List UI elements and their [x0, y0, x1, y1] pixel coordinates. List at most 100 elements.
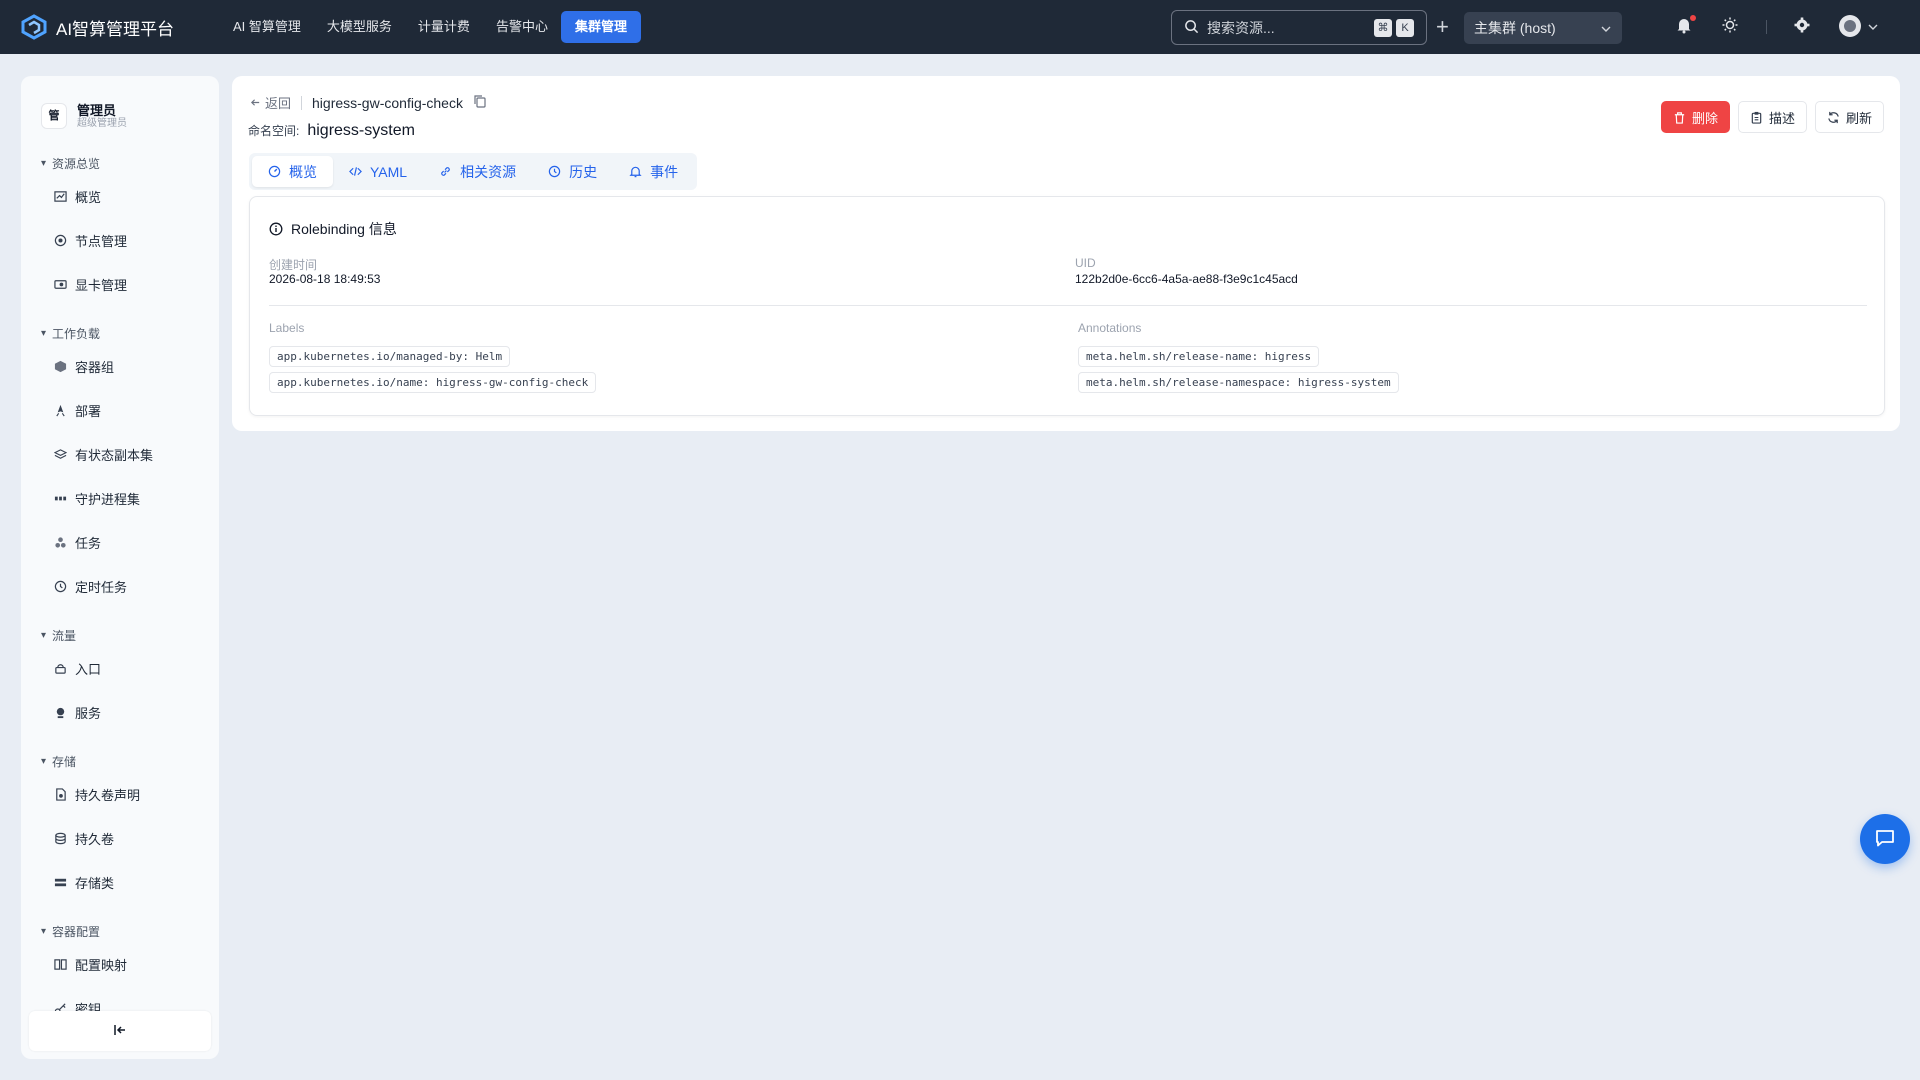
sidebar-item-daemonsets[interactable]: 守护进程集 — [21, 476, 219, 520]
sidebar-item-pvc[interactable]: 持久卷声明 — [21, 772, 219, 816]
sidebar-item-deployments[interactable]: 部署 — [21, 388, 219, 432]
nav-llm-service[interactable]: 大模型服务 — [314, 11, 405, 43]
rolebinding-info-card: Rolebinding 信息 创建时间 2026-08-18 18:49:53 … — [249, 196, 1885, 416]
layers-icon — [53, 447, 67, 461]
copy-icon[interactable] — [473, 94, 487, 111]
refresh-icon — [1827, 111, 1840, 124]
nav-cluster-management[interactable]: 集群管理 — [560, 11, 641, 43]
command-key: ⌘ — [1374, 19, 1392, 37]
sidebar-item-label: 有状态副本集 — [75, 447, 154, 463]
delete-label: 删除 — [1691, 110, 1718, 126]
sidebar-item-label: 服务 — [75, 705, 102, 721]
info-icon — [269, 222, 283, 236]
top-navbar: AI智算管理平台 AI 智算管理 大模型服务 计量计费 告警中心 集群管理 ⌘ … — [0, 0, 1920, 54]
app-title: AI智算管理平台 — [56, 19, 175, 39]
detail-tabs: 概览 YAML 相关资源 历史 事件 — [249, 153, 698, 190]
section-resource-overview[interactable]: ▾ 资源总览 — [21, 152, 219, 174]
back-label: 返回 — [265, 96, 292, 111]
sidebar-item-label: 显卡管理 — [75, 277, 128, 293]
card-title: Rolebinding 信息 — [291, 221, 397, 237]
sidebar-item-statefulsets[interactable]: 有状态副本集 — [21, 432, 219, 476]
sidebar: 管 管理员 超级管理员 ▾ 资源总览 概览 节点管理 显卡管理 ▾ 工作负载 容器组… — [21, 76, 219, 1059]
tab-yaml[interactable]: YAML — [333, 156, 423, 187]
annotation-chip: meta.helm.sh/release-name: higress — [1078, 346, 1320, 367]
nav-alerts[interactable]: 告警中心 — [483, 11, 561, 43]
tab-history[interactable]: 历史 — [532, 156, 613, 187]
nav-billing[interactable]: 计量计费 — [405, 11, 483, 43]
sidebar-item-storage-classes[interactable]: 存储类 — [21, 860, 219, 904]
sidebar-item-configmaps[interactable]: 配置映射 — [21, 942, 219, 986]
tab-related-resources[interactable]: 相关资源 — [423, 156, 532, 187]
add-icon[interactable]: + — [1436, 13, 1449, 41]
tab-label: 历史 — [569, 163, 598, 180]
back-link[interactable]: 返回 — [250, 93, 291, 112]
cluster-select[interactable]: 主集群 (host) — [1464, 12, 1622, 44]
sidebar-item-label: 配置映射 — [75, 957, 128, 973]
sidebar-item-jobs[interactable]: 任务 — [21, 520, 219, 564]
chevron-down-icon: ▾ — [41, 327, 47, 339]
collapse-sidebar-button[interactable] — [29, 1011, 211, 1051]
user-name: 管理员 — [77, 102, 117, 118]
section-storage[interactable]: ▾ 存储 — [21, 750, 219, 772]
job-icon — [53, 535, 67, 549]
created-time-value: 2026-08-18 18:49:53 — [269, 272, 381, 286]
sidebar-item-label: 任务 — [75, 535, 102, 551]
user-menu[interactable] — [1838, 14, 1880, 37]
describe-button[interactable]: 描述 — [1737, 101, 1807, 133]
refresh-button[interactable]: 刷新 — [1814, 101, 1884, 133]
uid-value: 122b2d0e-6cc6-4a5a-ae88-f3e9c1c45acd — [1075, 272, 1298, 286]
section-container-config[interactable]: ▾ 容器配置 — [21, 920, 219, 942]
search-input[interactable] — [1207, 19, 1367, 36]
sidebar-item-cronjobs[interactable]: 定时任务 — [21, 564, 219, 608]
refresh-label: 刷新 — [1845, 110, 1872, 126]
k-key: K — [1396, 19, 1414, 37]
uid-label: UID — [1075, 256, 1096, 270]
chat-icon — [1874, 827, 1896, 852]
label-chip: app.kubernetes.io/managed-by: Helm — [269, 346, 511, 367]
bell-icon[interactable] — [1675, 15, 1697, 38]
gear-icon[interactable] — [1793, 16, 1815, 38]
nav-ai-compute[interactable]: AI 智算管理 — [220, 11, 314, 43]
sidebar-item-label: 节点管理 — [75, 233, 128, 249]
database-icon — [53, 831, 67, 845]
annotations-title: Annotations — [1078, 321, 1142, 335]
clock-icon — [53, 579, 67, 593]
annotation-chip: meta.helm.sh/release-namespace: higress-… — [1078, 372, 1399, 393]
sidebar-item-services[interactable]: 服务 — [21, 690, 219, 734]
cube-icon — [53, 359, 67, 373]
tab-label: YAML — [370, 163, 408, 180]
sidebar-item-label: 存储类 — [75, 875, 115, 891]
sidebar-item-label: 持久卷 — [75, 831, 115, 847]
sidebar-item-label: 容器组 — [75, 359, 115, 375]
resource-name: higress-gw-config-check — [312, 94, 463, 111]
sidebar-item-pods[interactable]: 容器组 — [21, 344, 219, 388]
main-nav: AI 智算管理 大模型服务 计量计费 告警中心 集群管理 — [220, 11, 641, 43]
section-workloads[interactable]: ▾ 工作负载 — [21, 322, 219, 344]
namespace-label: 命名空间: — [248, 124, 300, 138]
sidebar-item-nodes[interactable]: 节点管理 — [21, 218, 219, 262]
chat-button[interactable] — [1860, 814, 1910, 864]
describe-label: 描述 — [1768, 110, 1795, 126]
sidebar-item-overview[interactable]: 概览 — [21, 174, 219, 218]
chevron-down-icon: ▾ — [41, 755, 47, 767]
search-shortcut: ⌘ K — [1370, 19, 1414, 37]
tab-overview[interactable]: 概览 — [252, 156, 333, 187]
search-box[interactable]: ⌘ K — [1171, 10, 1427, 45]
sidebar-item-pv[interactable]: 持久卷 — [21, 816, 219, 860]
sidebar-item-ingress[interactable]: 入口 — [21, 646, 219, 690]
tab-events[interactable]: 事件 — [613, 156, 694, 187]
sun-icon[interactable] — [1721, 16, 1743, 38]
app-logo[interactable]: AI智算管理平台 — [20, 13, 210, 41]
ingress-icon — [53, 661, 67, 675]
daemon-icon — [53, 491, 67, 505]
sidebar-item-gpus[interactable]: 显卡管理 — [21, 262, 219, 306]
section-title: 容器配置 — [52, 924, 101, 939]
detail-panel: 返回 higress-gw-config-check 命名空间: higress… — [232, 76, 1900, 431]
delete-button[interactable]: 删除 — [1660, 101, 1730, 133]
user-profile: 管 管理员 超级管理员 — [21, 76, 219, 136]
tab-label: 概览 — [289, 163, 317, 180]
storage-class-icon — [53, 875, 67, 889]
section-traffic[interactable]: ▾ 流量 — [21, 624, 219, 646]
arrow-left-icon — [250, 97, 261, 108]
clock-icon — [548, 165, 561, 178]
